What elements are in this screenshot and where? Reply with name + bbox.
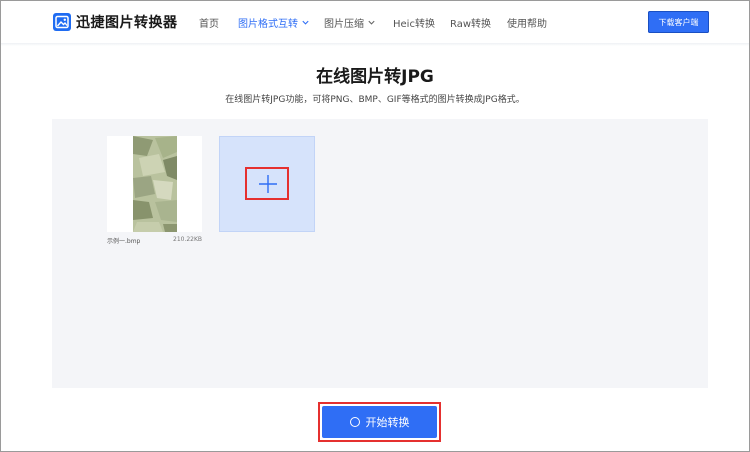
chevron-down-icon: [302, 20, 309, 25]
file-card[interactable]: [107, 136, 202, 232]
file-size: 210.22KB: [173, 236, 203, 243]
nav-item-raw[interactable]: Raw转换: [450, 15, 491, 30]
nav-item-format-convert[interactable]: 图片格式互转: [238, 15, 310, 30]
nav-item-label: 图片压缩: [324, 19, 364, 30]
nav-item-heic[interactable]: Heic转换: [393, 15, 435, 30]
file-thumbnail: [133, 136, 177, 232]
nav-item-label: Raw转换: [450, 19, 492, 30]
circle-icon: [349, 417, 360, 427]
top-navbar: 迅捷图片转换器 首页 图片格式互转 图片压缩 Heic转换 Raw转换 使用帮助…: [1, 1, 749, 43]
page-subtitle: 在线图片转JPG功能，可将PNG、BMP、GIF等格式的图片转换成JPG格式。: [225, 95, 525, 105]
nav-item-label: 首页: [199, 19, 219, 30]
nav-item-label: 图片格式互转: [238, 19, 298, 30]
nav-item-label: 使用帮助: [507, 19, 547, 30]
download-client-button[interactable]: 下载客户端: [648, 11, 709, 33]
page-title: 在线图片转JPG: [316, 67, 434, 87]
nav-item-home[interactable]: 首页: [199, 15, 219, 30]
logo[interactable]: 迅捷图片转换器: [53, 12, 178, 32]
file-name: 示例一.bmp: [107, 238, 141, 245]
start-convert-button[interactable]: 开始转换: [322, 406, 437, 438]
plus-icon[interactable]: [258, 174, 278, 194]
start-button-label: 开始转换: [365, 416, 410, 429]
nav-item-compress[interactable]: 图片压缩: [324, 15, 376, 30]
logo-text: 迅捷图片转换器: [76, 15, 178, 31]
header-divider: [1, 43, 749, 46]
chevron-down-icon: [368, 20, 375, 25]
nav-item-label: Heic转换: [393, 19, 435, 30]
nav-item-help[interactable]: 使用帮助: [507, 15, 547, 30]
image-icon: [53, 13, 71, 31]
